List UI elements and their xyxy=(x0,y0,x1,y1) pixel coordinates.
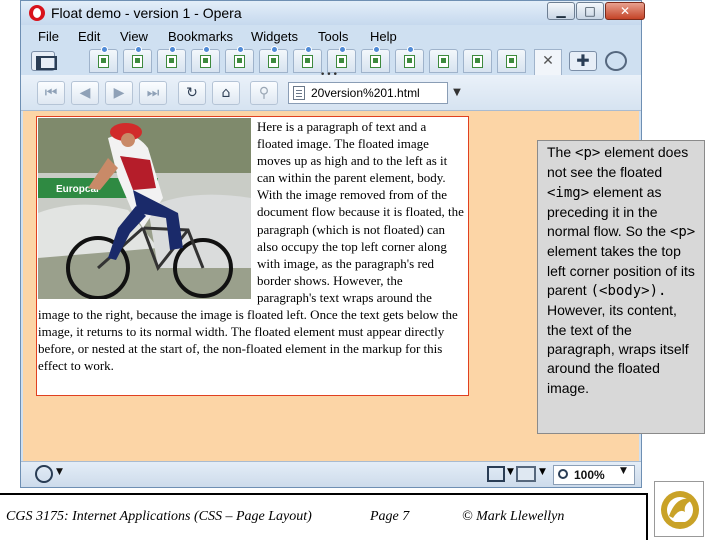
maximize-button[interactable]: □ xyxy=(576,2,604,20)
menu-edit[interactable]: Edit xyxy=(78,29,100,44)
active-tab-close-button[interactable]: ✕ xyxy=(534,49,562,75)
demo-paragraph: Europcar Here is a paragraph of text and… xyxy=(36,116,469,396)
page-tab[interactable] xyxy=(429,49,458,73)
explanation-callout: The <p> element does not see the floated… xyxy=(537,140,705,434)
speed-dial-icon[interactable] xyxy=(35,465,53,483)
rewind-button[interactable]: ⏮ xyxy=(37,81,65,105)
menu-widgets[interactable]: Widgets xyxy=(251,29,298,44)
paragraph-text: Here is a paragraph of text and a floate… xyxy=(38,119,464,374)
home-button[interactable]: ⌂ xyxy=(212,81,240,105)
menu-tools[interactable]: Tools xyxy=(318,29,348,44)
reload-button[interactable]: ↻ xyxy=(178,81,206,105)
magnifier-icon xyxy=(558,469,568,479)
tab-loading-dot-icon xyxy=(169,46,176,53)
callout-code-p: <p> xyxy=(575,145,601,161)
page-favicon-icon xyxy=(404,55,415,68)
page-tab[interactable] xyxy=(497,49,526,73)
page-favicon-icon xyxy=(268,55,279,68)
page-tab[interactable] xyxy=(191,46,220,73)
tab-loading-dot-icon xyxy=(203,46,210,53)
tab-loading-dot-icon xyxy=(305,46,312,53)
fast-forward-button[interactable]: ⏭ xyxy=(139,81,167,105)
footer-course: CGS 3175: Internet Applications (CSS – P… xyxy=(6,509,312,524)
page-favicon-icon xyxy=(98,55,109,68)
tab-loading-dot-icon xyxy=(101,46,108,53)
tab-loading-dot-icon xyxy=(237,46,244,53)
tab-loading-dot-icon xyxy=(373,46,380,53)
tab-loading-dot-icon xyxy=(339,46,346,53)
menu-view[interactable]: View xyxy=(120,29,148,44)
zoom-level: 100% xyxy=(574,468,605,482)
closed-tabs-trash-icon[interactable] xyxy=(605,51,627,71)
new-tab-button[interactable]: ✚ xyxy=(569,51,597,71)
tab-loading-dot-icon xyxy=(135,46,142,53)
forward-button[interactable]: ▶ xyxy=(105,81,133,105)
slide-footer: CGS 3175: Internet Applications (CSS – P… xyxy=(0,493,648,540)
page-favicon-icon xyxy=(336,55,347,68)
window-title: Float demo - version 1 - Opera xyxy=(51,5,242,21)
zoom-control[interactable]: 100% ▼ xyxy=(553,465,635,485)
speed-dial-dropdown-icon[interactable]: ▼ xyxy=(56,467,63,477)
footer-copyright: © Mark Llewellyn xyxy=(462,509,565,524)
footer-page-number: Page 7 xyxy=(370,509,410,524)
page-favicon-icon xyxy=(200,55,211,68)
page-favicon-icon xyxy=(472,55,483,68)
page-favicon-icon xyxy=(438,55,449,68)
pegasus-logo-icon xyxy=(661,491,699,529)
page-favicon-icon xyxy=(166,55,177,68)
back-button[interactable]: ◀ xyxy=(71,81,99,105)
address-field[interactable]: 20version%201.html xyxy=(288,82,448,104)
page-favicon-icon xyxy=(234,55,245,68)
zoom-dropdown-icon[interactable]: ▼ xyxy=(620,466,627,476)
address-dropdown-icon[interactable]: ▼ xyxy=(449,82,465,104)
university-logo xyxy=(654,481,704,537)
panel-dropdown-icon[interactable]: ▼ xyxy=(507,467,514,477)
page-tab[interactable] xyxy=(395,46,424,73)
tab-loading-dot-icon xyxy=(407,46,414,53)
menu-help[interactable]: Help xyxy=(370,29,397,44)
close-button[interactable]: ✕ xyxy=(605,2,645,20)
opera-logo-icon[interactable] xyxy=(29,5,45,21)
minimize-button[interactable]: ▁ xyxy=(547,2,575,20)
page-favicon-icon xyxy=(506,55,517,68)
tab-loading-dot-icon xyxy=(271,46,278,53)
page-tab[interactable] xyxy=(293,46,322,73)
image-dropdown-icon[interactable]: ▼ xyxy=(539,467,546,477)
status-bar: ▼ ▼ ▼ 100% ▼ xyxy=(21,461,641,487)
panel-toggle-icon[interactable] xyxy=(31,51,57,71)
page-tab[interactable] xyxy=(89,46,118,73)
title-bar[interactable]: Float demo - version 1 - Opera ▁ □ ✕ xyxy=(21,1,645,25)
menu-bar: File Edit View Bookmarks Widgets Tools H… xyxy=(21,25,641,47)
page-tab[interactable] xyxy=(123,46,152,73)
panel-icon[interactable] xyxy=(487,466,505,482)
tab-bar: ✕ ✚ ••• xyxy=(21,46,641,80)
callout-text-5: However, its content, the text of the pa… xyxy=(547,302,689,396)
image-toggle-icon[interactable] xyxy=(516,466,536,482)
page-tab[interactable] xyxy=(463,49,492,73)
callout-code-p-2: <p> xyxy=(669,224,696,241)
address-text[interactable]: 20version%201.html xyxy=(311,86,420,100)
menu-bookmarks[interactable]: Bookmarks xyxy=(168,29,233,44)
page-tab[interactable] xyxy=(361,46,390,73)
page-tab[interactable] xyxy=(225,46,254,73)
callout-code-img: <img> xyxy=(547,184,590,201)
wand-button[interactable]: ⚲ xyxy=(250,81,278,105)
page-favicon-icon xyxy=(370,55,381,68)
navigation-bar: ⏮ ◀ ▶ ⏭ ↻ ⌂ ⚲ 20version%201.html ▼ xyxy=(21,75,641,111)
page-favicon-icon xyxy=(302,55,313,68)
page-tab[interactable] xyxy=(157,46,186,73)
menu-file[interactable]: File xyxy=(38,29,59,44)
callout-code-body: (<body>). xyxy=(590,283,667,300)
callout-text-1: The xyxy=(547,144,576,160)
page-icon xyxy=(293,86,305,100)
page-favicon-icon xyxy=(132,55,143,68)
page-tab[interactable] xyxy=(259,46,288,73)
